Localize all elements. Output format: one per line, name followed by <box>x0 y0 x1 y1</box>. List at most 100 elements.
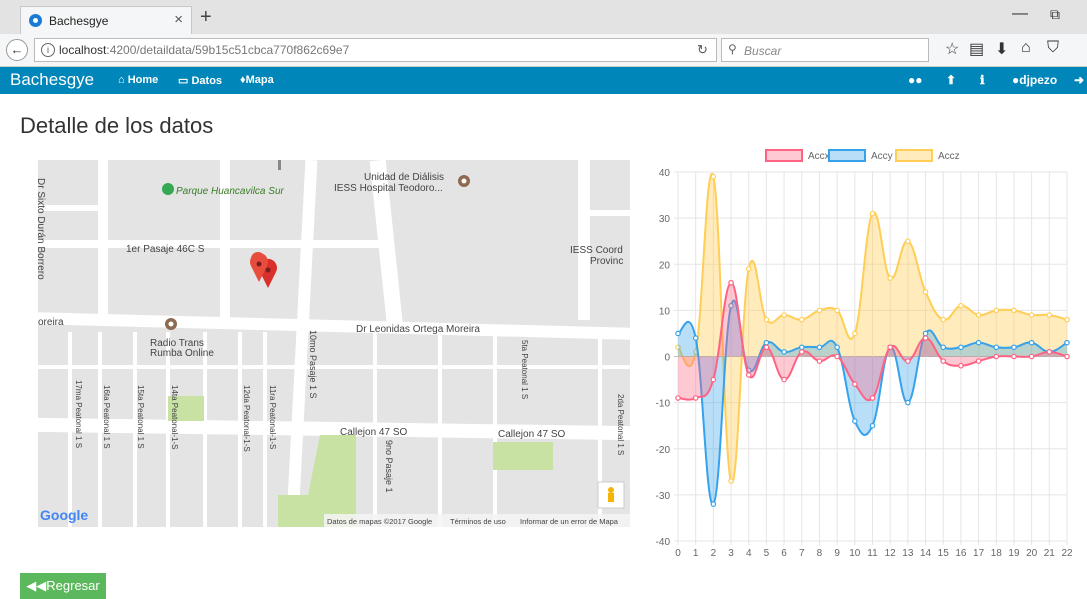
x-tick-label: 16 <box>955 548 967 559</box>
y-tick-label: -10 <box>656 399 671 410</box>
point-accz <box>816 307 823 314</box>
point-accz <box>1064 316 1070 323</box>
back-arrows-icon: ◀◀ <box>26 578 47 593</box>
point-accy <box>1028 339 1035 346</box>
search-placeholder: Buscar <box>744 44 782 58</box>
y-tick-label: 10 <box>659 306 671 317</box>
info-icon[interactable]: i <box>41 43 55 57</box>
search-input[interactable]: ⚲ Buscar <box>721 38 929 62</box>
point-accy <box>993 344 1000 351</box>
nav-home[interactable]: ⌂ Home <box>118 74 158 86</box>
y-tick-label: 0 <box>664 353 670 364</box>
point-accy <box>781 349 787 355</box>
x-tick-label: 19 <box>1008 548 1020 559</box>
point-accz <box>905 238 911 244</box>
address-bar[interactable]: i localhost:4200/detaildata/59b15c51cbca… <box>34 38 717 62</box>
map-label-p9: 9no Pasaje 1 <box>384 440 394 493</box>
point-accx <box>1046 349 1053 355</box>
poi-park-icon <box>162 183 174 195</box>
chart-svg: 403020100-10-20-30-400 1 2 3 4 5 6 7 8 9 10 11 12 13 1… <box>656 149 1073 559</box>
legend-label-accz: Accz <box>938 151 960 162</box>
x-tick-label: 1 <box>693 548 699 559</box>
map-label-clinic2: IESS Hospital Teodoro... <box>334 183 443 194</box>
x-tick-label: 4 <box>746 548 752 559</box>
point-accy <box>816 344 823 351</box>
y-tick-label: 40 <box>659 168 671 179</box>
legend-label-accy: Accy <box>871 151 893 162</box>
nav-mapa[interactable]: ♦Mapa <box>240 74 274 86</box>
point-accx <box>958 362 964 369</box>
point-accy <box>798 344 805 351</box>
tab-title: Bachesgye <box>49 14 109 28</box>
nav-datos-label: Datos <box>191 75 223 87</box>
point-accx <box>692 395 699 401</box>
search-icon: ⚲ <box>728 42 737 56</box>
map-label-p16: 16ta Peatonal 1 S <box>102 385 111 449</box>
point-accx <box>728 279 734 286</box>
map-footer-data: Datos de mapas ©2017 Google <box>327 517 432 526</box>
legend-label-accx: Accx <box>808 151 830 162</box>
home-icon[interactable]: ⌂ <box>1021 39 1031 57</box>
point-accy <box>975 339 982 346</box>
point-accx <box>763 344 770 351</box>
map-label-clinic: Unidad de Diálisis <box>364 172 444 183</box>
nav-datos[interactable]: ▭ Datos <box>178 74 222 87</box>
browser-tab[interactable]: Bachesgye × <box>20 6 192 34</box>
map-label-p14: 14ta Peatonal-1-S <box>170 385 179 450</box>
y-tick-label: -30 <box>656 491 671 502</box>
point-accy <box>710 501 717 507</box>
point-accy <box>852 418 858 424</box>
point-accx <box>1028 353 1035 360</box>
point-accx <box>834 353 840 360</box>
users-icon[interactable]: ●● <box>908 73 923 87</box>
map[interactable]: Unidad de Diálisis IESS Hospital Teodoro… <box>38 160 630 527</box>
tab-close-icon[interactable]: × <box>174 11 183 28</box>
point-accy <box>905 399 911 406</box>
point-accy <box>869 422 876 429</box>
sign-out-icon[interactable]: ➜ <box>1074 73 1084 87</box>
map-label-p17: 17ma Peatonal 1 S <box>74 380 83 448</box>
point-accx <box>869 395 876 401</box>
upload-icon[interactable]: ⬆ <box>946 73 956 87</box>
reload-icon[interactable]: ↻ <box>697 42 708 58</box>
restore-button[interactable]: ⧉ <box>1050 6 1060 23</box>
map-label-p5: 5ta Peatonal 1 S <box>520 340 529 399</box>
x-tick-label: 10 <box>849 548 861 559</box>
favicon-icon <box>29 14 42 27</box>
nav-home-label: Home <box>127 74 159 86</box>
x-tick-label: 15 <box>938 548 950 559</box>
map-label-p11: 11ra Peatonal-1-S <box>268 385 277 449</box>
legend-swatch-accy <box>828 149 866 162</box>
brand-link[interactable]: Bachesgye <box>10 70 94 90</box>
point-accx <box>745 372 752 378</box>
acceleration-chart[interactable]: 40 30 20 10 0 -10 -20 -30 -40 0 1 2 3 4 5 6 7 8 9 10 11 12 13 1… <box>645 144 1075 564</box>
point-accx <box>887 344 893 351</box>
point-accz <box>710 173 717 180</box>
map-label-iess-right2: Provinc <box>590 256 623 267</box>
point-accy <box>940 344 947 351</box>
map-label-p12: 12da Peatonal-1-S <box>242 385 251 452</box>
x-tick-label: 9 <box>834 548 840 559</box>
back-button[interactable]: ◀◀Regresar <box>20 573 106 599</box>
map-label-callejon1: Callejon 47 SO <box>340 427 407 438</box>
back-icon[interactable]: ← <box>6 39 28 61</box>
x-tick-label: 21 <box>1044 548 1056 559</box>
map-label-radio2: Rumba Online <box>150 348 214 359</box>
bookmark-star-icon[interactable]: ☆ <box>945 39 959 59</box>
map-label-ortega: Dr Leonidas Ortega Moreira <box>356 324 480 335</box>
x-tick-label: 22 <box>1061 548 1073 559</box>
download-icon[interactable]: ⬇ <box>995 39 1008 59</box>
reading-list-icon[interactable]: ▤ <box>969 39 984 59</box>
x-tick-label: 20 <box>1026 548 1038 559</box>
point-accz <box>1011 307 1017 314</box>
user-name: djpezo <box>1019 73 1058 87</box>
info-circle-icon[interactable]: ℹ <box>980 73 985 87</box>
user-menu[interactable]: ●djpezo <box>1012 73 1057 87</box>
pocket-icon[interactable]: ⛉ <box>1047 39 1059 57</box>
point-accx <box>975 358 982 364</box>
new-tab-button[interactable]: + <box>200 6 212 29</box>
browser-toolbar: ← i localhost:4200/detaildata/59b15c51cb… <box>0 34 1087 67</box>
point-accx <box>940 358 947 364</box>
home-icon: ⌂ <box>118 74 125 86</box>
minimize-button[interactable]: — <box>1012 5 1028 23</box>
